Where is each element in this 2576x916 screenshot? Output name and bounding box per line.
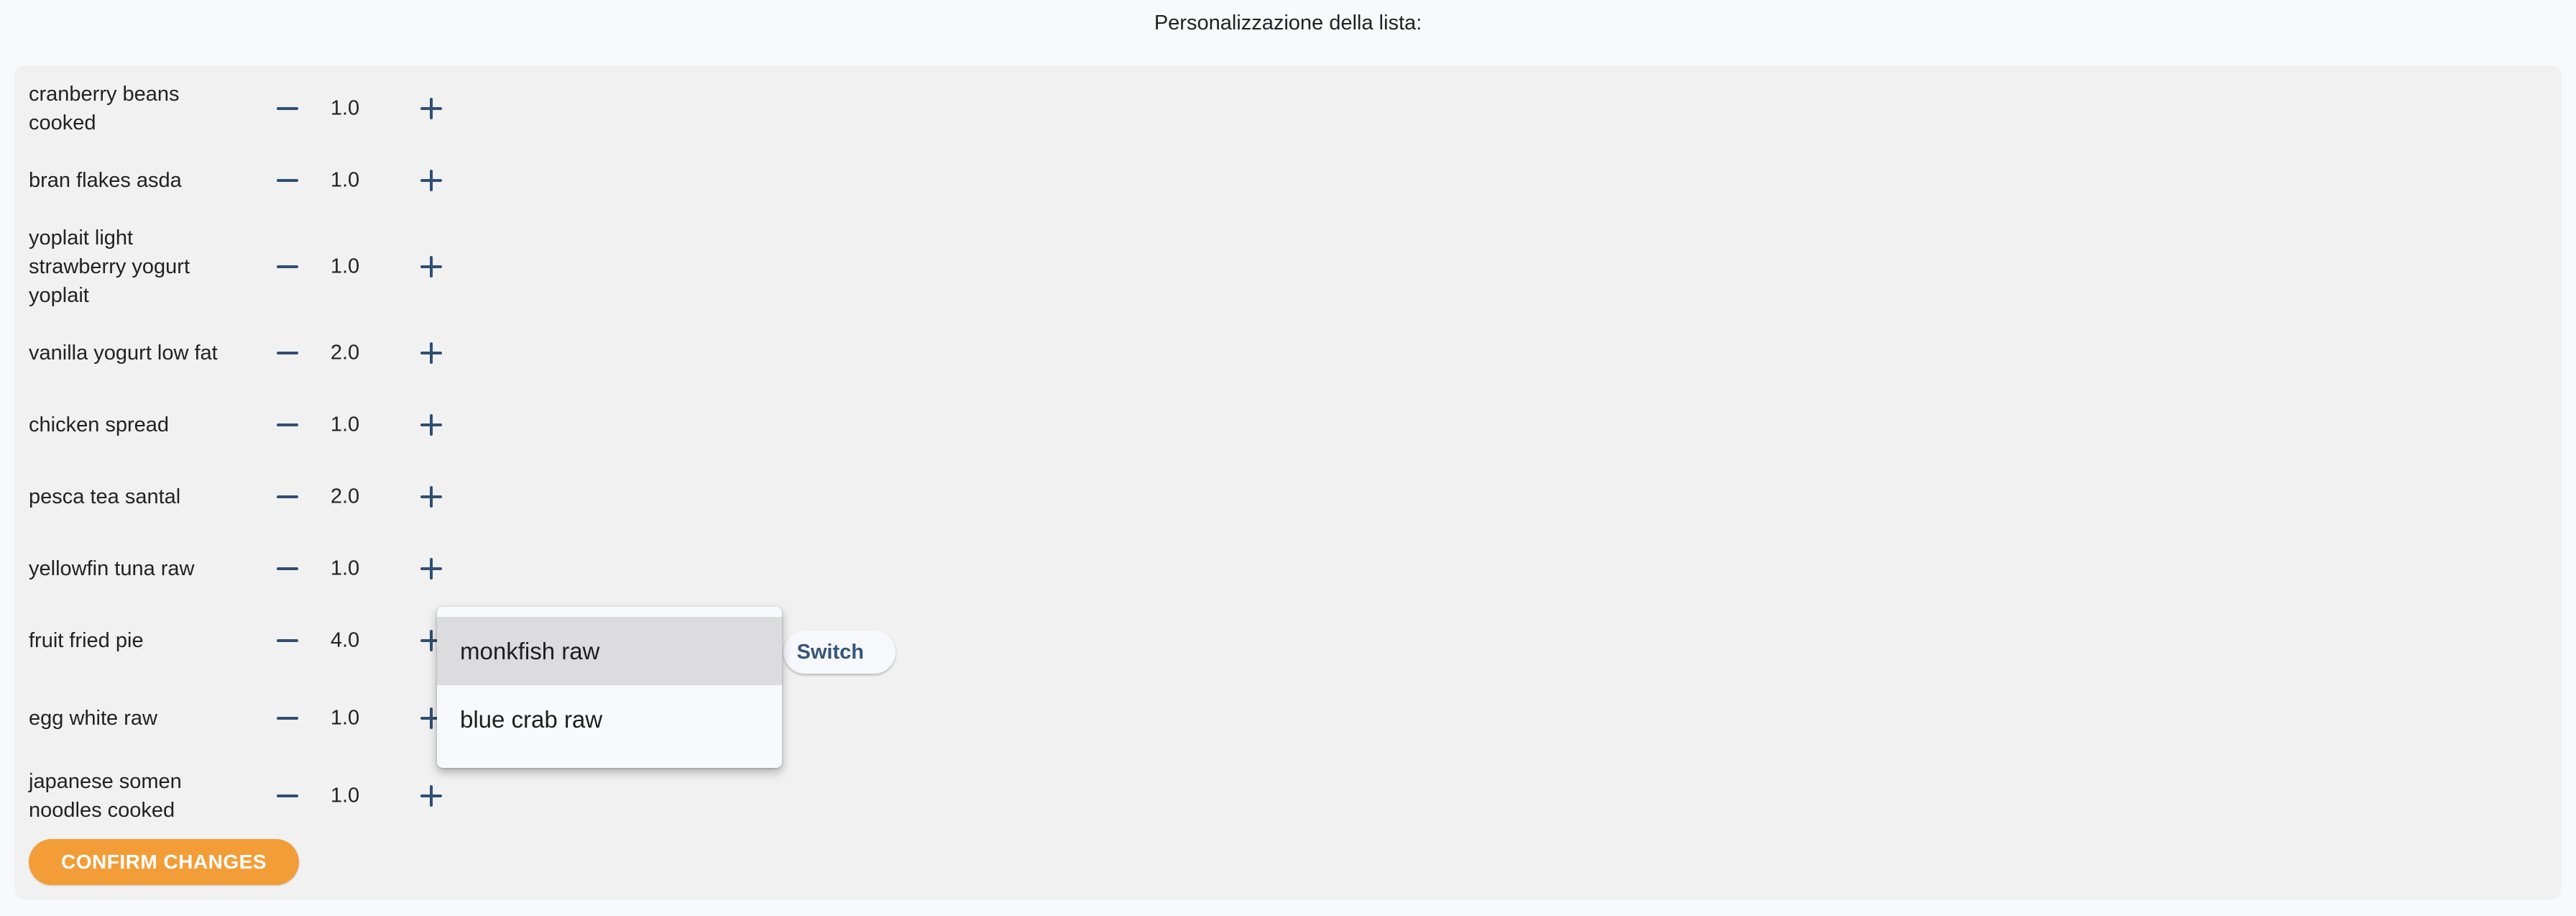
plus-icon-vertical xyxy=(430,342,433,364)
quantity-value: 1.0 xyxy=(330,413,360,436)
decrement-button[interactable] xyxy=(273,482,302,511)
plus-icon-vertical xyxy=(430,486,433,508)
item-name: fruit fried pie xyxy=(29,629,144,652)
page-title: Personalizzazione della lista: xyxy=(1154,12,1422,35)
dropdown-option[interactable]: monkfish raw xyxy=(437,617,782,685)
plus-icon-vertical xyxy=(430,558,433,580)
minus-icon xyxy=(277,423,298,426)
decrement-button[interactable] xyxy=(273,704,302,733)
quantity-value: 1.0 xyxy=(330,706,360,730)
item-name: pesca tea santal xyxy=(29,485,181,508)
increment-button[interactable] xyxy=(417,339,446,367)
minus-icon xyxy=(277,567,298,570)
dropdown-option[interactable]: blue crab raw xyxy=(437,685,782,754)
quantity-value: 1.0 xyxy=(330,168,360,192)
quantity-value: 4.0 xyxy=(330,628,360,652)
decrement-button[interactable] xyxy=(273,166,302,195)
item-name: japanese somen noodles cooked xyxy=(29,770,182,822)
minus-icon xyxy=(277,352,298,354)
minus-icon xyxy=(277,179,298,182)
plus-icon-vertical xyxy=(430,98,433,119)
decrement-button[interactable] xyxy=(273,782,302,810)
quantity-value: 2.0 xyxy=(330,485,360,508)
item-name: yellowfin tuna raw xyxy=(29,557,195,580)
decrement-button[interactable] xyxy=(273,554,302,583)
item-name: yoplait light strawberry yogurt yoplait xyxy=(29,226,190,307)
minus-icon xyxy=(277,495,298,498)
increment-button[interactable] xyxy=(417,411,446,439)
increment-button[interactable] xyxy=(417,782,446,810)
plus-icon-vertical xyxy=(430,630,433,651)
plus-icon-vertical xyxy=(430,414,433,436)
decrement-button[interactable] xyxy=(273,252,302,281)
decrement-button[interactable] xyxy=(273,339,302,367)
confirm-changes-button[interactable]: CONFIRM CHANGES xyxy=(29,839,299,885)
switch-button[interactable]: Switch xyxy=(783,631,896,674)
minus-icon xyxy=(277,107,298,110)
item-name: cranberry beans cooked xyxy=(29,83,180,134)
increment-button[interactable] xyxy=(417,554,446,583)
quantity-value: 2.0 xyxy=(330,341,360,365)
substitute-dropdown[interactable]: monkfish raw blue crab raw xyxy=(437,607,782,768)
minus-icon xyxy=(277,639,298,642)
minus-icon xyxy=(277,265,298,268)
increment-button[interactable] xyxy=(417,94,446,123)
minus-icon xyxy=(277,794,298,797)
quantity-value: 1.0 xyxy=(330,96,360,120)
quantity-value: 1.0 xyxy=(330,557,360,580)
decrement-button[interactable] xyxy=(273,626,302,655)
decrement-button[interactable] xyxy=(273,94,302,123)
item-name: egg white raw xyxy=(29,707,157,730)
item-name: vanilla yogurt low fat xyxy=(29,342,218,365)
plus-icon-vertical xyxy=(430,785,433,807)
decrement-button[interactable] xyxy=(273,411,302,439)
increment-button[interactable] xyxy=(417,252,446,281)
plus-icon-vertical xyxy=(430,170,433,191)
item-name: bran flakes asda xyxy=(29,169,182,192)
plus-icon-vertical xyxy=(430,256,433,278)
item-name: chicken spread xyxy=(29,413,170,436)
plus-icon-vertical xyxy=(430,707,433,729)
increment-button[interactable] xyxy=(417,166,446,195)
minus-icon xyxy=(277,717,298,720)
quantity-value: 1.0 xyxy=(330,784,360,807)
increment-button[interactable] xyxy=(417,482,446,511)
quantity-value: 1.0 xyxy=(330,255,360,278)
item-list-panel: cranberry beans cooked 1.0 bran flakes asd… xyxy=(14,65,2562,899)
